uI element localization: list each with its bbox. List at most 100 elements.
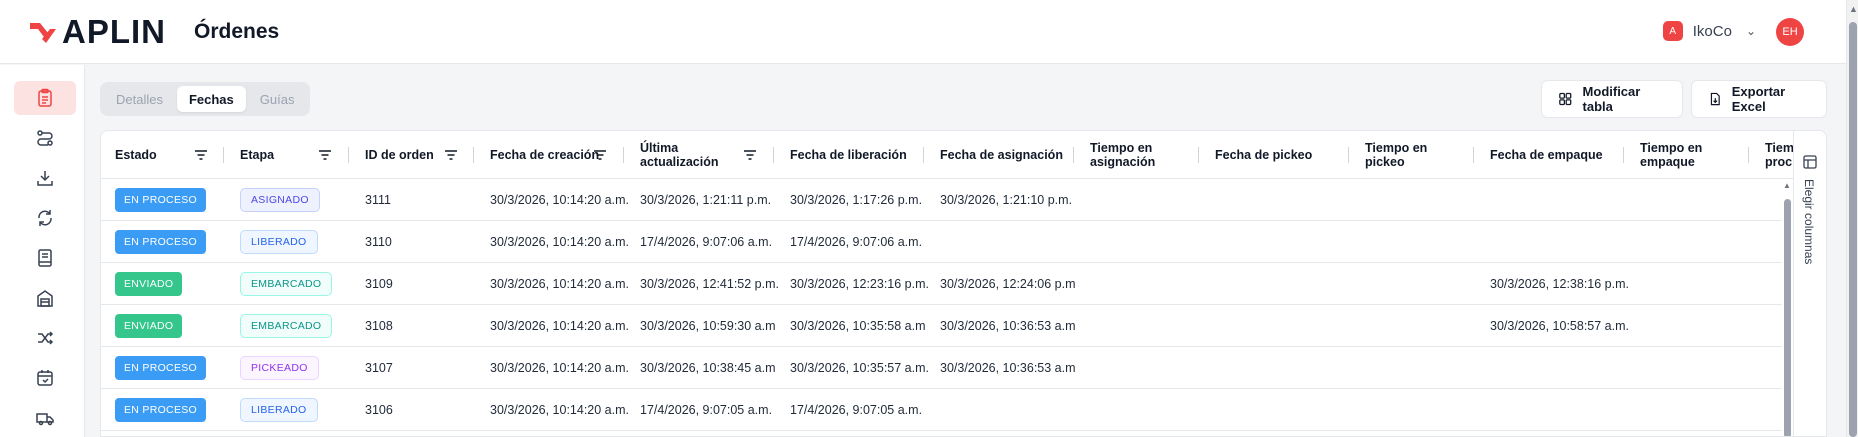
col-etapa-label: Etapa — [240, 148, 275, 162]
col-id[interactable]: ID de orden — [365, 131, 475, 179]
scroll-up-icon[interactable]: ▲ — [1849, 4, 1858, 14]
status-badge: EN PROCESO — [115, 230, 207, 254]
cell-liberacion: 17/4/2026, 9:07:05 a.m. — [790, 403, 923, 417]
choose-columns-panel[interactable]: Elegir columnas — [1793, 131, 1826, 436]
col-actualizacion-label-2: actualización — [640, 155, 719, 169]
col-empaque-label: Fecha de empaque — [1490, 148, 1603, 162]
cell-asignacion: 30/3/2026, 10:36:53 a.m — [940, 361, 1076, 375]
table-header: Estado Etapa ID de orden Fecha de creaci… — [101, 131, 1794, 179]
tab-guias[interactable]: Guías — [248, 86, 307, 112]
modify-table-button[interactable]: Modificar tabla — [1541, 80, 1683, 118]
cell-creacion: 30/3/2026, 10:14:20 a.m. — [490, 193, 629, 207]
col-tiempo-asignacion[interactable]: Tiempo en asignación — [1090, 131, 1210, 179]
aplin-logo-mark — [30, 23, 56, 43]
cell-creacion: 30/3/2026, 10:14:20 a.m. — [490, 319, 629, 333]
cell-asignacion: 30/3/2026, 10:36:53 a.m — [940, 319, 1076, 333]
logo-text: APLIN — [62, 13, 166, 50]
columns-icon — [1803, 155, 1817, 169]
col-tiempo-asignacion-label-2: asignación — [1090, 155, 1156, 169]
col-empaque[interactable]: Fecha de empaque — [1490, 131, 1620, 179]
view-tabs: Detalles Fechas Guías — [100, 82, 311, 116]
cell-liberacion: 30/3/2026, 10:35:58 a.m — [790, 319, 926, 333]
cell-id: 3109 — [365, 277, 393, 291]
cell-estado: ENVIADO — [115, 305, 183, 347]
scroll-up-icon[interactable]: ▲ — [1783, 181, 1791, 190]
status-badge: EN PROCESO — [115, 398, 207, 422]
catalog-icon[interactable] — [14, 241, 76, 275]
filter-icon[interactable] — [444, 149, 458, 161]
cell-empaque: 30/3/2026, 10:58:57 a.m. — [1490, 319, 1629, 333]
table-scrollbar-thumb[interactable] — [1784, 199, 1791, 436]
cell-asignacion: 30/3/2026, 1:21:10 p.m. — [940, 193, 1073, 207]
page-title: Órdenes — [194, 20, 280, 43]
table-row[interactable]: ENVIADO EMBARCADO 3108 30/3/2026, 10:14:20 … — [101, 305, 1782, 347]
tab-detalles[interactable]: Detalles — [104, 86, 175, 112]
cell-creacion: 30/3/2026, 10:14:20 a.m. — [490, 403, 629, 417]
col-actualizacion[interactable]: Última actualización — [640, 131, 770, 179]
cell-estado: EN PROCESO — [115, 389, 207, 431]
table-row[interactable]: EN PROCESO PICKEADO 3107 30/3/2026, 10:14:2… — [101, 347, 1782, 389]
cell-etapa: ASIGNADO — [240, 179, 320, 221]
stage-badge: LIBERADO — [240, 230, 318, 254]
chevron-down-icon: ⌄ — [1745, 24, 1756, 38]
col-liberacion-label: Fecha de liberación — [790, 148, 907, 162]
col-actualizacion-label-1: Última — [640, 141, 679, 155]
cell-creacion: 30/3/2026, 10:14:20 a.m. — [490, 235, 629, 249]
cell-id: 3111 — [365, 193, 391, 207]
cell-liberacion: 17/4/2026, 9:07:06 a.m. — [790, 235, 923, 249]
orders-table: Estado Etapa ID de orden Fecha de creaci… — [100, 130, 1827, 437]
cell-liberacion: 30/3/2026, 10:35:57 a.m. — [790, 361, 929, 375]
cell-estado: EN PROCESO — [115, 221, 207, 263]
calendar-icon[interactable] — [14, 361, 76, 395]
col-asignacion[interactable]: Fecha de asignación — [940, 131, 1070, 179]
stage-badge: EMBARCADO — [240, 314, 333, 338]
col-tiempo-pickeo-label-2: pickeo — [1365, 155, 1405, 169]
col-liberacion[interactable]: Fecha de liberación — [790, 131, 920, 179]
col-pickeo-label: Fecha de pickeo — [1215, 148, 1313, 162]
aplin-logo[interactable]: APLIN — [28, 13, 166, 50]
col-creacion-label: Fecha de creación — [490, 148, 600, 162]
file-download-icon — [1710, 92, 1720, 106]
filter-icon[interactable] — [318, 149, 332, 161]
col-creacion[interactable]: Fecha de creación — [490, 131, 620, 179]
col-tiempo-pickeo[interactable]: Tiempo en pickeo — [1365, 131, 1475, 179]
returns-icon[interactable] — [14, 201, 76, 235]
filter-icon[interactable] — [593, 149, 607, 161]
cell-id: 3110 — [365, 235, 392, 249]
cell-estado: EN PROCESO — [115, 347, 207, 389]
warehouse-icon[interactable] — [14, 281, 76, 315]
table-row[interactable]: ENVIADO EMBARCADO 3109 30/3/2026, 10:14:20 … — [101, 263, 1782, 305]
col-tiempo-empaque[interactable]: Tiempo en empaque — [1640, 131, 1750, 179]
col-etapa[interactable]: Etapa — [240, 131, 350, 179]
col-tiempo-asignacion-label-1: Tiempo en — [1090, 141, 1153, 155]
cell-liberacion: 30/3/2026, 12:23:16 p.m. — [790, 277, 929, 291]
col-estado[interactable]: Estado — [115, 131, 225, 179]
tab-fechas[interactable]: Fechas — [176, 86, 246, 112]
grid-icon — [1559, 92, 1572, 106]
export-excel-button[interactable]: Exportar Excel — [1691, 80, 1827, 118]
table-row[interactable]: EN PROCESO LIBERADO 3110 30/3/2026, 10:14:2… — [101, 221, 1782, 263]
table-scrollbar[interactable]: ▲ — [1783, 179, 1792, 436]
cell-actualizacion: 30/3/2026, 10:59:30 a.m — [640, 319, 776, 333]
table-row[interactable]: EN PROCESO ASIGNADO 3111 30/3/2026, 10:14:2… — [101, 179, 1782, 221]
cell-etapa: EMBARCADO — [240, 305, 333, 347]
status-badge: ENVIADO — [115, 272, 183, 296]
col-pickeo[interactable]: Fecha de pickeo — [1215, 131, 1345, 179]
orders-icon[interactable] — [14, 81, 76, 115]
filter-icon[interactable] — [743, 149, 757, 161]
col-tiempo-proceso-label-1: Tiem — [1765, 141, 1794, 155]
transfers-icon[interactable] — [14, 321, 76, 355]
col-tiempo-empaque-label-1: Tiempo en — [1640, 141, 1703, 155]
table-row[interactable]: EN PROCESO LIBERADO 3106 30/3/2026, 10:14:2… — [101, 389, 1782, 431]
page-scrollbar[interactable]: ▲ — [1846, 0, 1858, 437]
org-name: IkoCo — [1692, 22, 1732, 40]
top-bar: APLIN Órdenes A IkoCo ⌄ EH — [0, 0, 1846, 64]
filter-icon[interactable] — [194, 149, 208, 161]
routes-icon[interactable] — [14, 121, 76, 155]
shipping-icon[interactable] — [14, 401, 76, 435]
avatar[interactable]: EH — [1776, 18, 1804, 46]
org-selector[interactable]: A IkoCo ⌄ — [1662, 21, 1756, 41]
page-scrollbar-thumb[interactable] — [1849, 22, 1857, 437]
inbound-icon[interactable] — [14, 161, 76, 195]
stage-badge: ASIGNADO — [240, 188, 320, 212]
